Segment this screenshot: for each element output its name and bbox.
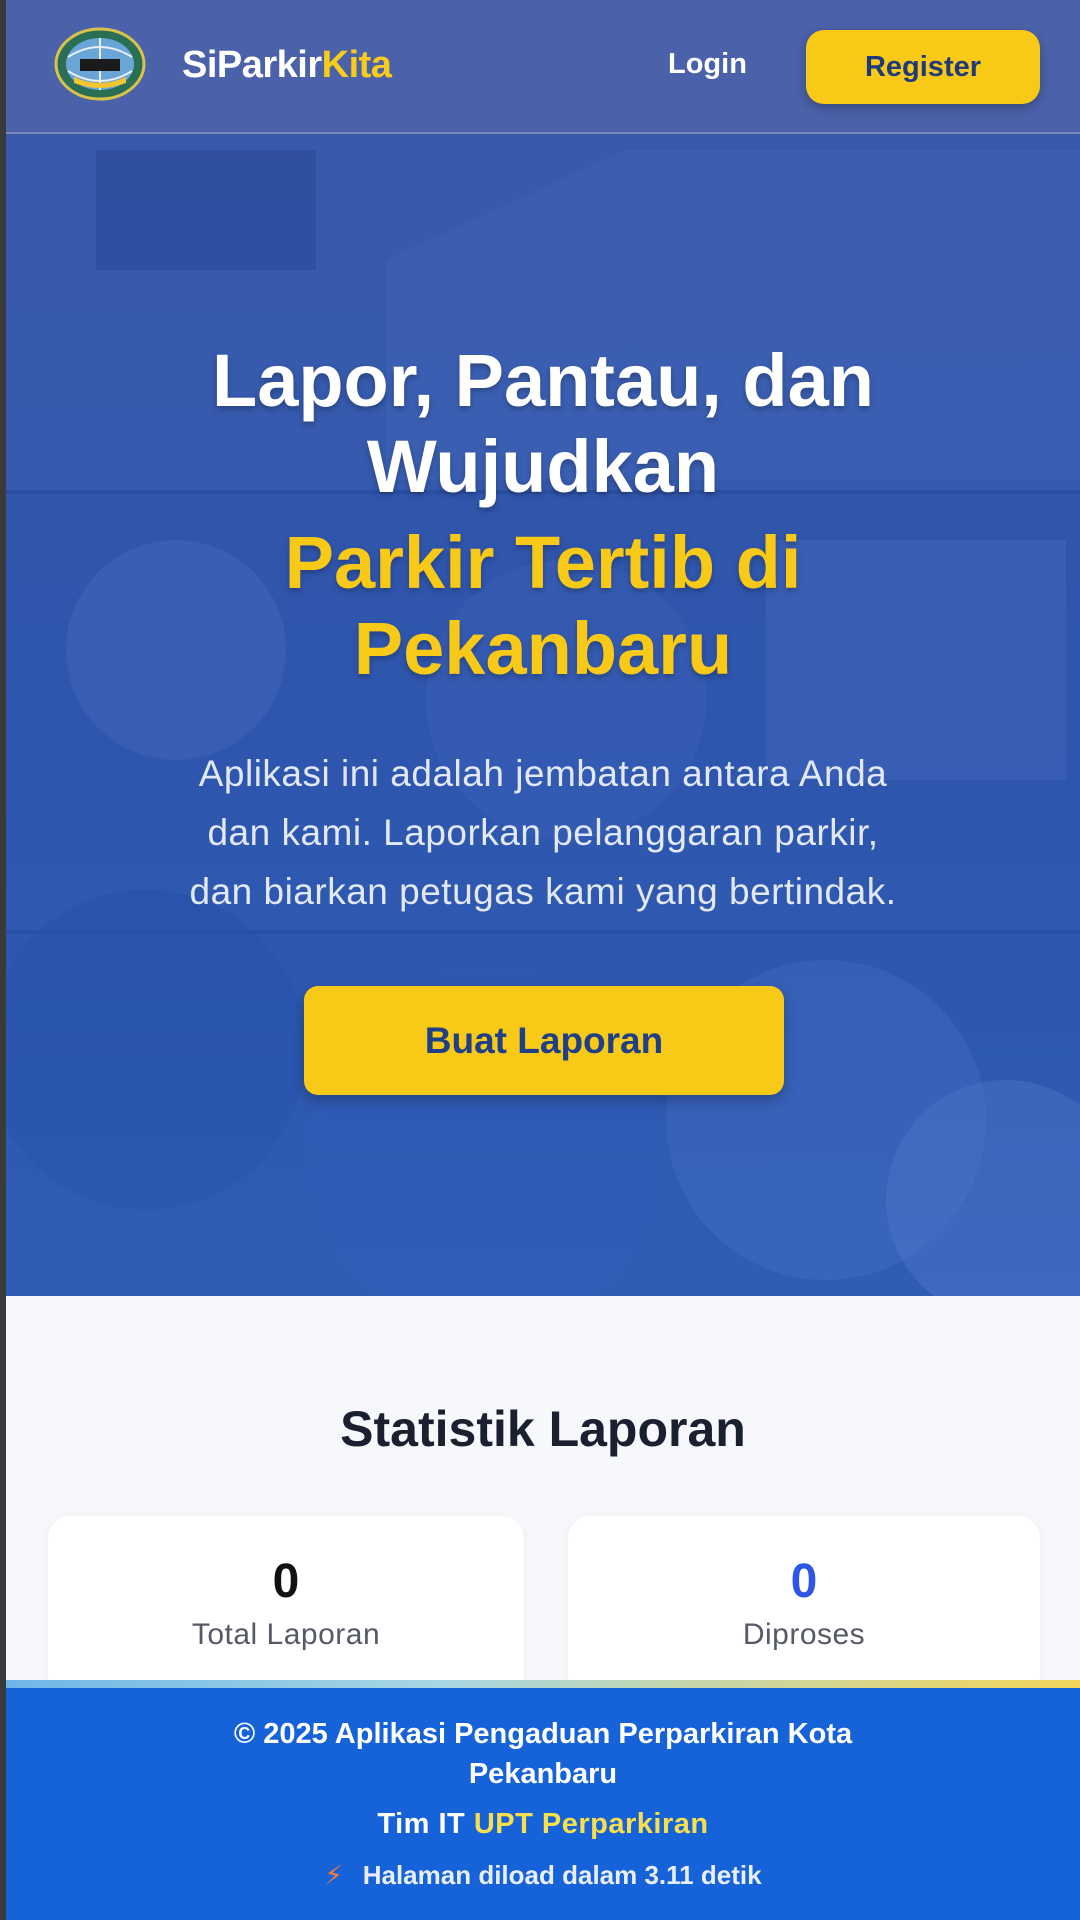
footer-load-time: ⚡ Halaman diload dalam 3.11 detik	[6, 1860, 1080, 1891]
hero-title-line-1: Lapor, Pantau, dan	[212, 339, 874, 422]
stat-card-total: 0 Total Laporan	[48, 1516, 524, 1696]
hero-accent-line-1: Parkir Tertib di	[284, 521, 802, 604]
login-link[interactable]: Login	[668, 48, 747, 81]
navbar: SiParkirKita Login Register	[6, 0, 1080, 134]
hero-description-line: dan kami. Laporkan pelanggaran parkir,	[207, 812, 879, 853]
stat-value-total: 0	[272, 1555, 300, 1608]
hero-title-line-2: Wujudkan	[366, 425, 720, 508]
stat-card-processing: 0 Diproses	[568, 1516, 1040, 1696]
footer-team: Tim IT UPT Perparkiran	[6, 1808, 1080, 1841]
footer-copyright: © 2025 Aplikasi Pengaduan Perparkiran Ko…	[86, 1714, 1000, 1794]
stats-title: Statistik Laporan	[340, 1401, 746, 1457]
stat-value-processing: 0	[790, 1555, 818, 1608]
brand-main: SiParkir	[182, 44, 322, 86]
hero-description-line: dan biarkan petugas kami yang bertindak.	[189, 871, 897, 912]
hero-accent-line-2: Pekanbaru	[353, 607, 733, 690]
hero-description: Aplikasi ini adalah jembatan antara Anda…	[54, 744, 1032, 921]
page: SiParkirKita Login Register Lapor, Panta…	[6, 0, 1080, 1920]
create-report-button[interactable]: Buat Laporan	[304, 986, 784, 1095]
brand-logo-text[interactable]: SiParkirKita	[182, 44, 392, 87]
hero-title: Lapor, Pantau, dan Wujudkan	[46, 338, 1040, 510]
lightning-icon: ⚡	[324, 1860, 343, 1890]
footer-copyright-line-2: Pekanbaru	[468, 1758, 618, 1790]
footer-copyright-line-1: © 2025 Aplikasi Pengaduan Perparkiran Ko…	[233, 1718, 853, 1750]
footer-team-prefix: Tim IT	[377, 1808, 466, 1840]
hero-description-line: Aplikasi ini adalah jembatan antara Anda	[198, 753, 888, 794]
hero-section: SiParkirKita Login Register Lapor, Panta…	[6, 0, 1080, 1296]
stat-label-processing: Diproses	[742, 1618, 866, 1651]
hero-title-accent: Parkir Tertib di Pekanbaru	[46, 520, 1040, 692]
stat-label-total: Total Laporan	[191, 1618, 381, 1651]
brand-accent: Kita	[321, 44, 392, 86]
register-button[interactable]: Register	[806, 30, 1040, 104]
footer-load-text: Halaman diload dalam 3.11 detik	[362, 1860, 762, 1890]
footer-accent-line	[6, 1680, 1080, 1688]
city-emblem-icon[interactable]	[54, 27, 146, 101]
footer: © 2025 Aplikasi Pengaduan Perparkiran Ko…	[6, 1680, 1080, 1920]
footer-team-name: UPT Perparkiran	[473, 1808, 709, 1840]
